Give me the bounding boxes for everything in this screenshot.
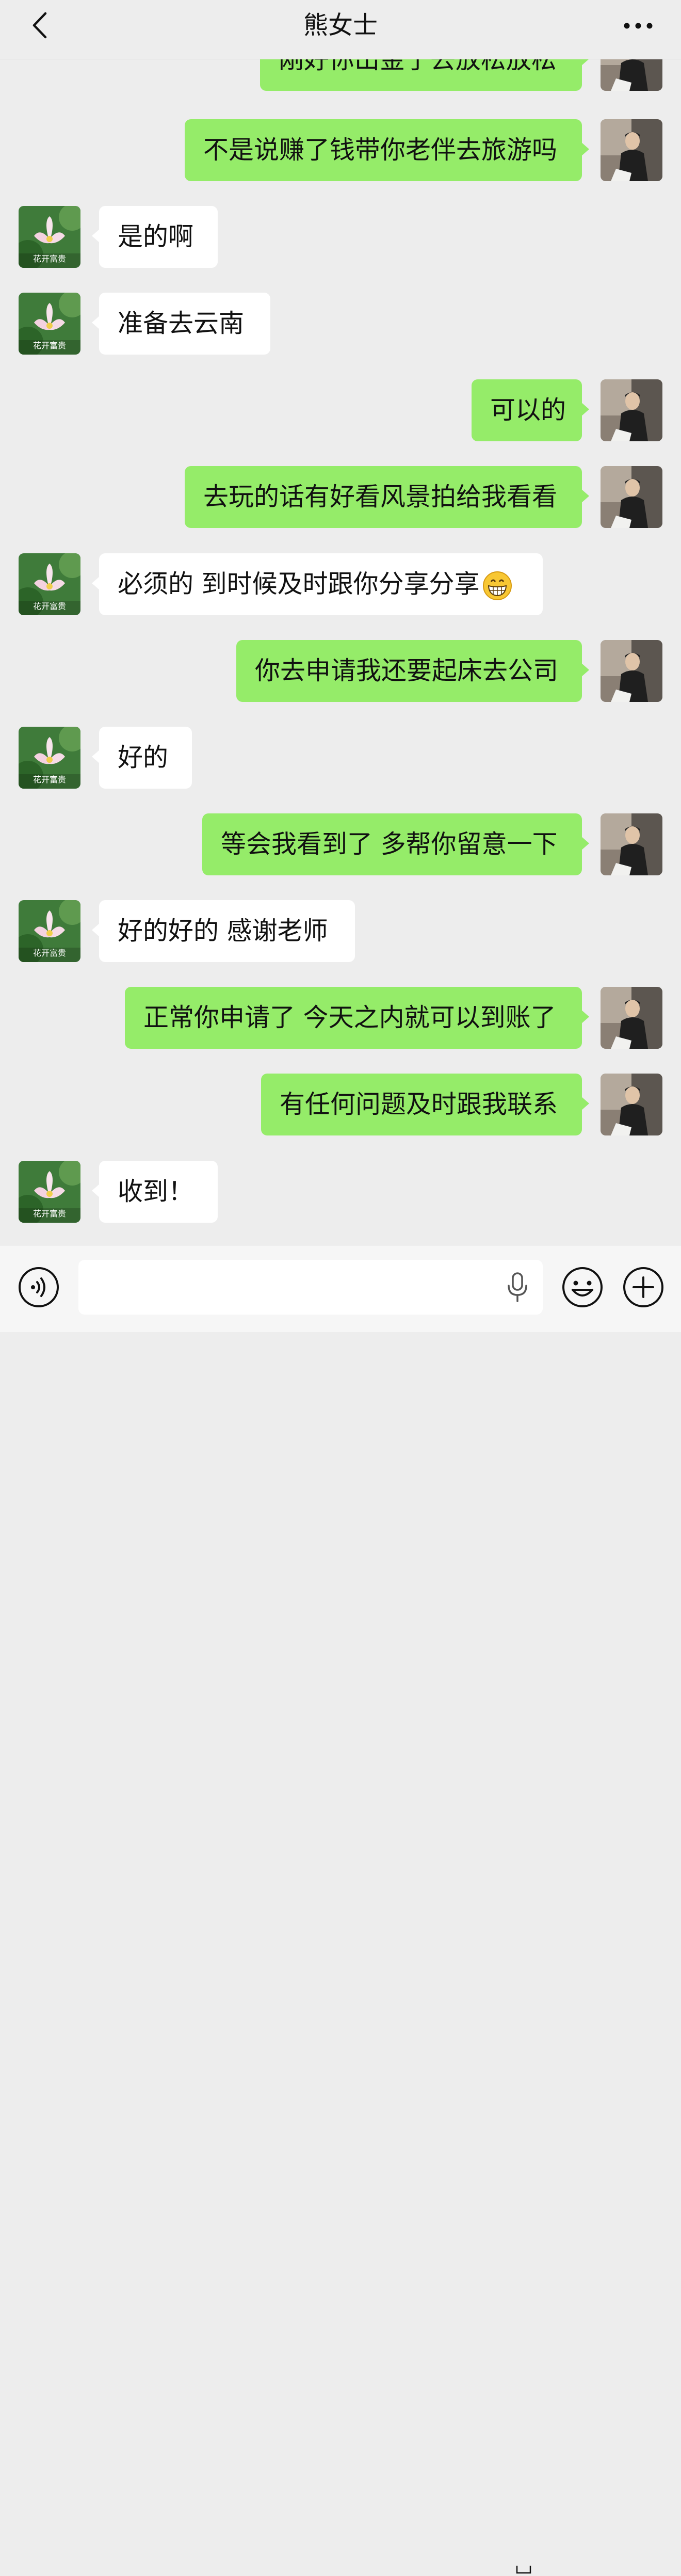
chat-title: 熊女士 [303, 11, 378, 40]
contact-avatar[interactable]: 花开富贵 [19, 900, 80, 962]
message-bubble[interactable]: 你去申请我还要起床去公司 [236, 640, 589, 702]
my-avatar[interactable] [601, 813, 662, 875]
plus-icon [623, 1267, 663, 1307]
my-avatar[interactable] [601, 466, 662, 528]
message-bubble[interactable]: 正常你申请了 今天之内就可以到账了 [125, 987, 589, 1049]
my-avatar[interactable] [601, 1074, 662, 1135]
microphone-icon [508, 1272, 527, 1302]
emoji-button[interactable] [561, 1266, 604, 1308]
message-row: 花开富贵 好的 [0, 724, 681, 791]
more-button[interactable] [620, 9, 656, 41]
message-row: 花开富贵 好的好的 感谢老师 [0, 897, 681, 964]
message-bubble[interactable]: 可以的 [472, 379, 589, 441]
avatar-caption: 花开富贵 [33, 601, 66, 611]
more-dots-icon [624, 23, 653, 29]
message-row: 花开富贵 收到！ [0, 1158, 681, 1225]
plus-button[interactable] [622, 1266, 664, 1308]
message-bubble[interactable]: 等会我看到了 多帮你留意一下 [202, 813, 589, 875]
grinning-face-icon [482, 571, 512, 600]
voice-icon [19, 1267, 59, 1307]
message-row: 花开富贵 准备去云南 [0, 290, 681, 357]
my-avatar[interactable] [601, 987, 662, 1049]
message-row: 花开富贵 必须的 到时候及时跟你分享分享 [0, 550, 681, 617]
microphone-button[interactable] [505, 1271, 530, 1303]
input-bar [0, 1245, 681, 2574]
message-bubble[interactable]: 准备去云南 [92, 293, 270, 355]
avatar-caption: 花开富贵 [33, 775, 66, 785]
chat-area[interactable]: 刚好你出金了去放松放松 不是说赚了钱带你老伴去旅游吗 花开富贵 是的啊 花开富贵… [0, 0, 681, 1245]
message-row: 你去申请我还要起床去公司 [0, 637, 681, 704]
contact-avatar[interactable]: 花开富贵 [19, 553, 80, 615]
message-text: 必须的 到时候及时跟你分享分享 [118, 569, 480, 599]
nav-bar: 熊女士 [0, 0, 681, 59]
contact-avatar[interactable]: 花开富贵 [19, 293, 80, 355]
avatar-caption: 花开富贵 [33, 254, 66, 264]
my-avatar[interactable] [601, 119, 662, 181]
emoji-icon [562, 1267, 603, 1307]
avatar-caption: 花开富贵 [33, 341, 66, 350]
contact-avatar[interactable]: 花开富贵 [19, 1161, 80, 1223]
corner-marker [516, 2565, 531, 2574]
message-bubble[interactable]: 不是说赚了钱带你老伴去旅游吗 [185, 119, 589, 181]
message-row: 有任何问题及时跟我联系 [0, 1070, 681, 1138]
contact-avatar[interactable]: 花开富贵 [19, 727, 80, 789]
my-avatar[interactable] [601, 379, 662, 441]
message-bubble[interactable]: 好的好的 感谢老师 [92, 900, 355, 962]
message-row: 花开富贵 是的啊 [0, 203, 681, 270]
message-row: 正常你申请了 今天之内就可以到账了 [0, 984, 681, 1051]
message-bubble[interactable]: 收到！ [92, 1161, 218, 1223]
message-bubble[interactable]: 是的啊 [92, 206, 218, 268]
message-row: 可以的 [0, 376, 681, 443]
message-bubble[interactable]: 必须的 到时候及时跟你分享分享 [92, 553, 543, 615]
my-avatar[interactable] [601, 640, 662, 702]
contact-avatar[interactable]: 花开富贵 [19, 206, 80, 268]
avatar-caption: 花开富贵 [33, 1209, 66, 1219]
message-bubble[interactable]: 有任何问题及时跟我联系 [261, 1074, 589, 1135]
message-row: 去玩的话有好看风景拍给我看看 [0, 463, 681, 530]
message-input[interactable] [78, 1260, 543, 1315]
message-bubble[interactable]: 去玩的话有好看风景拍给我看看 [185, 466, 589, 528]
avatar-caption: 花开富贵 [33, 948, 66, 958]
message-bubble[interactable]: 好的 [92, 727, 192, 789]
message-row: 等会我看到了 多帮你留意一下 [0, 810, 681, 877]
message-row: 不是说赚了钱带你老伴去旅游吗 [0, 116, 681, 183]
voice-button[interactable] [18, 1266, 60, 1308]
